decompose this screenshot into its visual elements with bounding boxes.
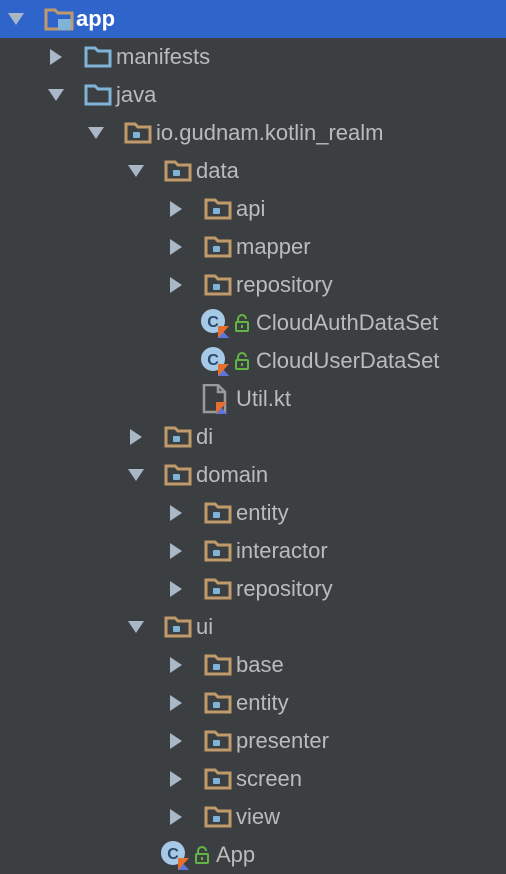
- tree-row-entity[interactable]: entity: [0, 684, 506, 722]
- package-folder-icon: [204, 228, 232, 266]
- expand-down-arrow-icon[interactable]: [6, 0, 26, 38]
- package-folder-icon: [164, 152, 192, 190]
- package-folder-icon: [204, 798, 232, 836]
- tree-row-clouduserdataset[interactable]: C CloudUserDataSet: [0, 342, 506, 380]
- tree-row-repository[interactable]: repository: [0, 266, 506, 304]
- package-folder-icon: [204, 722, 232, 760]
- project-tree: app manifests java io.gudnam.kotlin_realmda…: [0, 0, 506, 874]
- tree-row-app[interactable]: C App: [0, 836, 506, 874]
- collapse-right-arrow-icon[interactable]: [166, 570, 186, 608]
- tree-item-label: io.gudnam.kotlin_realm: [156, 120, 384, 145]
- svg-text:C: C: [207, 314, 219, 331]
- tree-row-ui[interactable]: ui: [0, 608, 506, 646]
- expand-down-arrow-icon[interactable]: [126, 608, 146, 646]
- collapse-right-arrow-icon[interactable]: [166, 760, 186, 798]
- tree-row-mapper[interactable]: mapper: [0, 228, 506, 266]
- package-folder-icon: [204, 646, 232, 684]
- package-folder-icon: [204, 532, 232, 570]
- kotlin-file-icon: [202, 380, 228, 418]
- tree-row-domain[interactable]: domain: [0, 456, 506, 494]
- expand-down-arrow-icon[interactable]: [46, 76, 66, 114]
- package-folder-icon: [204, 494, 232, 532]
- tree-item-label: app: [76, 6, 116, 31]
- module-folder-icon: [44, 0, 74, 38]
- expand-down-arrow-icon[interactable]: [86, 114, 106, 152]
- tree-row-screen[interactable]: screen: [0, 760, 506, 798]
- package-folder-icon: [164, 456, 192, 494]
- collapse-right-arrow-icon[interactable]: [126, 418, 146, 456]
- tree-item-label: CloudUserDataSet: [256, 348, 440, 373]
- tree-item-label: repository: [236, 576, 333, 601]
- collapse-right-arrow-icon[interactable]: [166, 228, 186, 266]
- tree-item-label: entity: [236, 500, 289, 525]
- tree-row-view[interactable]: view: [0, 798, 506, 836]
- lock-icon: [234, 304, 250, 342]
- collapse-right-arrow-icon[interactable]: [166, 798, 186, 836]
- collapse-right-arrow-icon[interactable]: [46, 38, 66, 76]
- package-folder-icon: [204, 570, 232, 608]
- tree-item-label: presenter: [236, 728, 329, 753]
- tree-row-util-kt[interactable]: Util.kt: [0, 380, 506, 418]
- source-folder-icon: [84, 76, 112, 114]
- package-folder-icon: [204, 266, 232, 304]
- collapse-right-arrow-icon[interactable]: [166, 494, 186, 532]
- collapse-right-arrow-icon[interactable]: [166, 190, 186, 228]
- tree-item-label: api: [236, 196, 266, 221]
- tree-row-java[interactable]: java: [0, 76, 506, 114]
- collapse-right-arrow-icon[interactable]: [166, 722, 186, 760]
- package-folder-icon: [164, 418, 192, 456]
- tree-item-label: mapper: [236, 234, 311, 259]
- tree-row-data[interactable]: data: [0, 152, 506, 190]
- tree-row-manifests[interactable]: manifests: [0, 38, 506, 76]
- tree-row-io-gudnam-kotlin-realm[interactable]: io.gudnam.kotlin_realm: [0, 114, 506, 152]
- tree-row-repository[interactable]: repository: [0, 570, 506, 608]
- svg-text:C: C: [207, 352, 219, 369]
- expand-down-arrow-icon[interactable]: [126, 456, 146, 494]
- package-folder-icon: [204, 760, 232, 798]
- tree-item-label: manifests: [116, 44, 211, 69]
- package-folder-icon: [124, 114, 152, 152]
- tree-item-label: screen: [236, 766, 303, 791]
- tree-item-label: di: [196, 424, 214, 449]
- tree-row-interactor[interactable]: interactor: [0, 532, 506, 570]
- tree-item-label: Util.kt: [236, 386, 291, 411]
- tree-item-label: CloudAuthDataSet: [256, 310, 439, 335]
- tree-item-label: domain: [196, 462, 269, 487]
- package-folder-icon: [204, 684, 232, 722]
- tree-item-label: base: [236, 652, 284, 677]
- expand-down-arrow-icon[interactable]: [126, 152, 146, 190]
- tree-row-app[interactable]: app: [0, 0, 506, 38]
- tree-item-label: data: [196, 158, 239, 183]
- tree-item-label: entity: [236, 690, 289, 715]
- tree-item-label: ui: [196, 614, 214, 639]
- source-folder-icon: [84, 38, 112, 76]
- tree-item-label: interactor: [236, 538, 328, 563]
- collapse-right-arrow-icon[interactable]: [166, 266, 186, 304]
- collapse-right-arrow-icon[interactable]: [166, 684, 186, 722]
- tree-row-di[interactable]: di: [0, 418, 506, 456]
- tree-row-base[interactable]: base: [0, 646, 506, 684]
- tree-item-label: view: [236, 804, 281, 829]
- lock-icon: [194, 836, 210, 874]
- collapse-right-arrow-icon[interactable]: [166, 532, 186, 570]
- kotlin-class-icon: C: [160, 836, 190, 874]
- kotlin-class-icon: C: [200, 342, 230, 380]
- tree-item-label: repository: [236, 272, 333, 297]
- package-folder-icon: [204, 190, 232, 228]
- tree-row-presenter[interactable]: presenter: [0, 722, 506, 760]
- svg-text:C: C: [167, 846, 179, 863]
- tree-item-label: java: [116, 82, 157, 107]
- tree-row-api[interactable]: api: [0, 190, 506, 228]
- tree-row-cloudauthdataset[interactable]: C CloudAuthDataSet: [0, 304, 506, 342]
- package-folder-icon: [164, 608, 192, 646]
- tree-row-entity[interactable]: entity: [0, 494, 506, 532]
- tree-item-label: App: [216, 842, 256, 867]
- lock-icon: [234, 342, 250, 380]
- kotlin-class-icon: C: [200, 304, 230, 342]
- collapse-right-arrow-icon[interactable]: [166, 646, 186, 684]
